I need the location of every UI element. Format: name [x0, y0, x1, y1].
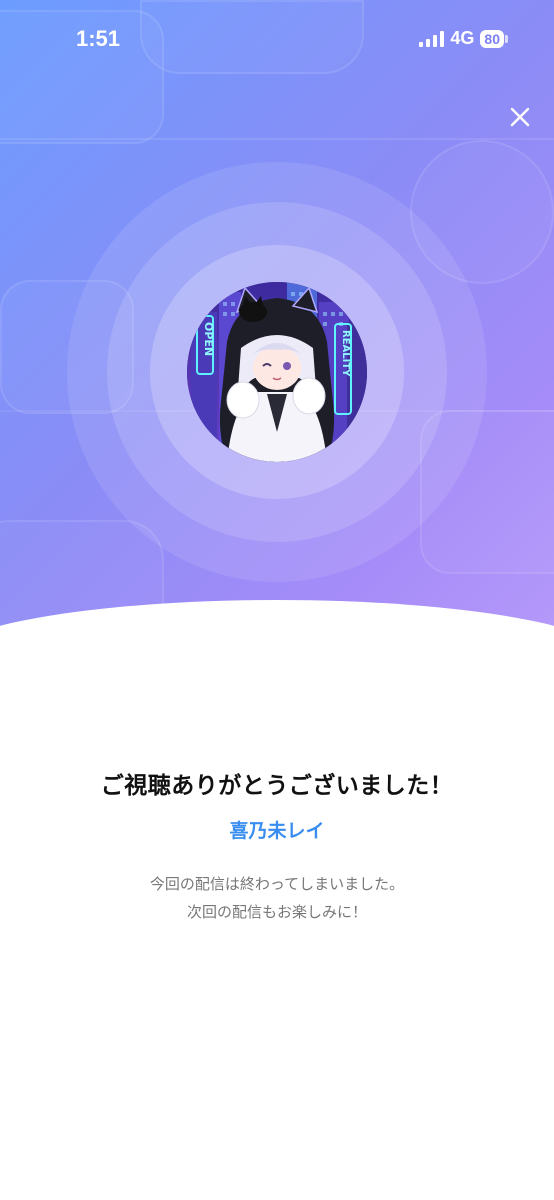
- background-shape: [140, 0, 364, 74]
- battery-level: 80: [480, 29, 504, 48]
- content-curve: [0, 600, 554, 700]
- streamer-name[interactable]: 喜乃未レイ: [0, 816, 554, 843]
- close-button[interactable]: [503, 100, 537, 134]
- signal-icon: [419, 30, 445, 47]
- hero-background: OPEN REALITY: [0, 0, 554, 700]
- thanks-message: ご視聴ありがとうございました！: [100, 773, 454, 799]
- status-indicators: 4G 80: [419, 28, 508, 49]
- battery-icon: 80: [480, 29, 508, 48]
- background-line: [0, 138, 554, 140]
- avatar-image: OPEN REALITY: [187, 282, 367, 462]
- stream-ended-message: 今回の配信は終わってしまいました。 次回の配信もお楽しみに！: [0, 870, 554, 926]
- ended-line-2: 次回の配信もお楽しみに！: [186, 903, 367, 921]
- neon-sign-left: OPEN: [202, 322, 215, 356]
- neon-sign-right: REALITY: [340, 330, 351, 377]
- ended-line-1: 今回の配信は終わってしまいました。: [149, 875, 405, 893]
- network-label: 4G: [450, 28, 475, 48]
- streamer-avatar: OPEN REALITY: [187, 282, 367, 462]
- close-icon: [510, 107, 530, 127]
- status-time: 1:51: [76, 26, 121, 51]
